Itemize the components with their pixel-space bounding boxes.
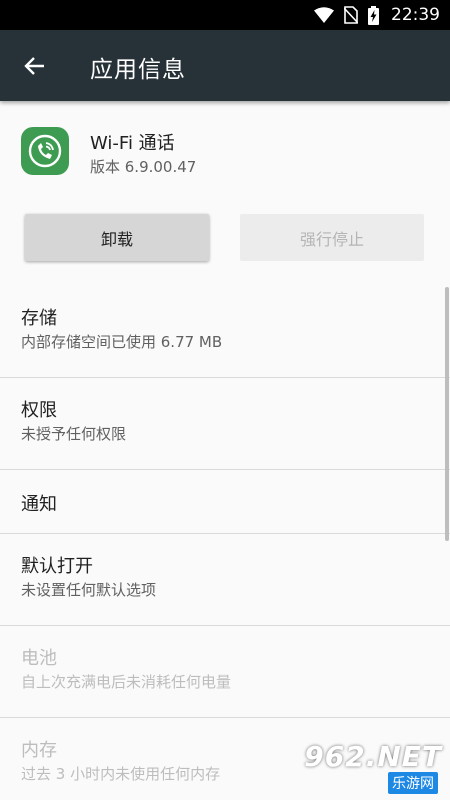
- back-button[interactable]: [13, 44, 57, 88]
- settings-item-battery: 电池 自上次充满电后未消耗任何电量: [0, 626, 450, 718]
- wifi-call-icon: [21, 127, 69, 175]
- settings-item-title: 电池: [21, 648, 57, 669]
- settings-item-subtitle: 自上次充满电后未消耗任何电量: [21, 673, 232, 691]
- settings-item-title: 存储: [21, 308, 57, 329]
- app-version: 版本 6.9.00.47: [90, 158, 197, 176]
- app-name: Wi-Fi 通话: [90, 133, 175, 154]
- no-sim-icon: [344, 6, 358, 24]
- settings-item-open-by-default[interactable]: 默认打开 未设置任何默认选项: [0, 534, 450, 626]
- settings-item-subtitle: 内部存储空间已使用 6.77 MB: [21, 333, 223, 351]
- app-header: Wi-Fi 通话 版本 6.9.00.47: [0, 101, 450, 201]
- settings-item-notifications[interactable]: 通知: [0, 470, 450, 534]
- status-time: 22:39: [391, 5, 440, 25]
- watermark-subtext: 乐游网: [388, 772, 438, 794]
- settings-item-subtitle: 过去 3 小时内未使用任何内存: [21, 765, 221, 783]
- wifi-icon: [314, 7, 334, 23]
- arrow-left-icon: [24, 57, 44, 75]
- settings-item-title: 默认打开: [21, 556, 93, 577]
- settings-list: 存储 内部存储空间已使用 6.77 MB 权限 未授予任何权限 通知 默认打开 …: [0, 286, 450, 800]
- scrollbar[interactable]: [445, 287, 449, 541]
- settings-item-subtitle: 未授予任何权限: [21, 425, 127, 443]
- status-bar: 22:39: [0, 0, 450, 30]
- force-stop-button[interactable]: 强行停止: [240, 214, 424, 261]
- settings-item-permissions[interactable]: 权限 未授予任何权限: [0, 378, 450, 470]
- settings-item-title: 通知: [21, 494, 57, 515]
- watermark-logo: 962.NET 乐游网: [304, 740, 442, 794]
- uninstall-button[interactable]: 卸载: [25, 214, 209, 261]
- settings-item-storage[interactable]: 存储 内部存储空间已使用 6.77 MB: [0, 286, 450, 378]
- settings-item-subtitle: 未设置任何默认选项: [21, 581, 157, 599]
- watermark-text: 962.NET: [304, 740, 442, 773]
- battery-charging-icon: [368, 5, 379, 25]
- settings-item-title: 权限: [21, 400, 57, 421]
- settings-item-title: 内存: [21, 740, 57, 761]
- app-bar: 应用信息: [0, 30, 450, 101]
- page-title: 应用信息: [90, 57, 186, 83]
- status-icons: 22:39: [304, 0, 440, 30]
